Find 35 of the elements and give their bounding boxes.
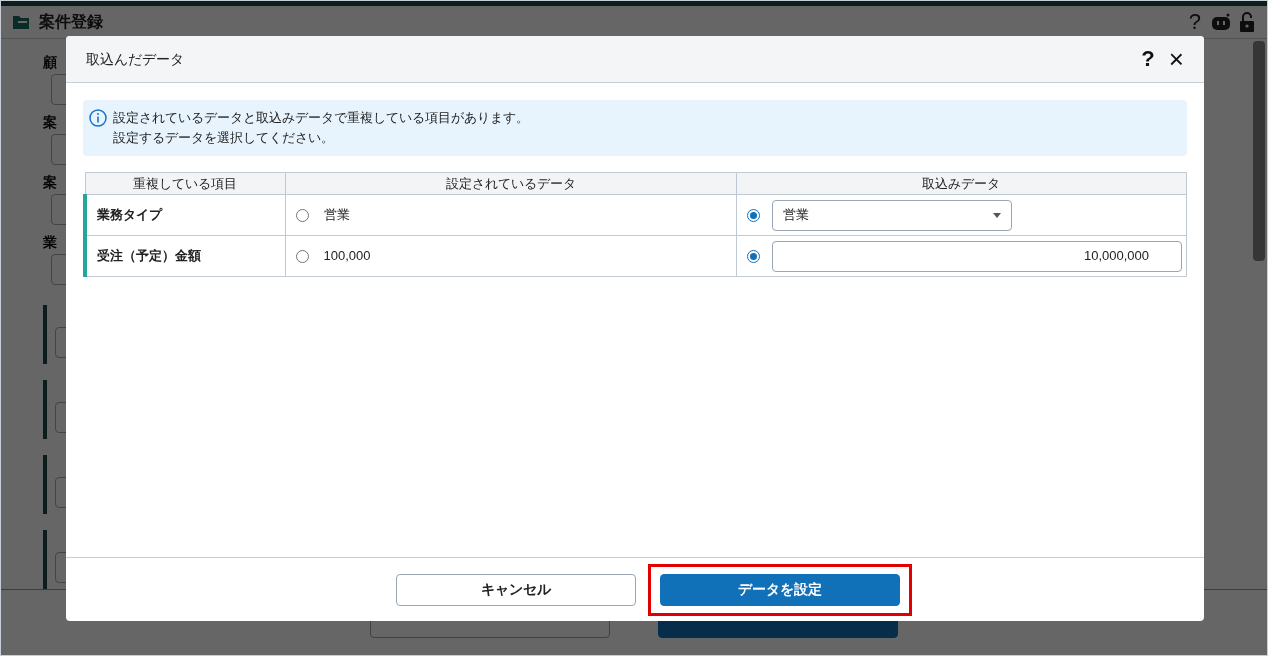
folder-icon [13,15,29,29]
section-bar [43,305,47,364]
radio-button[interactable] [295,208,309,222]
radio-button[interactable] [746,249,760,263]
scrollbar[interactable] [1253,41,1265,261]
field-label: 案 [43,113,58,131]
info-message: 設定するデータを選択してください。 [113,129,335,147]
caret-icon [992,212,1001,218]
lock-icon[interactable] [1239,12,1255,32]
section-bar [43,530,47,589]
field-label: 案 [43,173,58,191]
page-title: 案件登録 [39,12,103,32]
radio-button[interactable] [295,249,309,263]
table-cell: 受注（予定）金額 [85,235,285,277]
field-label: 業 [43,233,58,251]
column-header: 設定されているデータ [285,172,736,195]
section-bar [43,380,47,439]
column-header: 取込みデータ [736,172,1187,195]
dialog-title: 取込んだデータ [86,49,184,69]
table-cell-text: 営業 [323,206,350,225]
radio-button[interactable] [746,208,760,222]
robot-icon[interactable] [1211,12,1231,32]
section-bar [43,455,47,514]
table-cell: 業務タイプ [85,194,285,236]
close-icon[interactable]: × [1168,46,1184,72]
cancel-button[interactable]: キャンセル [396,573,636,606]
info-icon [89,109,107,127]
table-cell-text: 100,000 [323,247,371,266]
column-header: 重複している項目 [85,172,285,195]
info-message: 設定されているデータと取込みデータで重複している項目があります。 [113,109,529,127]
set-data-button[interactable]: データを設定 [660,573,900,606]
amount-field[interactable]: 10,000,000 [771,240,1182,272]
field-label: 顧 [43,53,58,71]
select-field[interactable]: 営業 [771,199,1012,231]
help-icon[interactable]: ? [1141,48,1155,70]
